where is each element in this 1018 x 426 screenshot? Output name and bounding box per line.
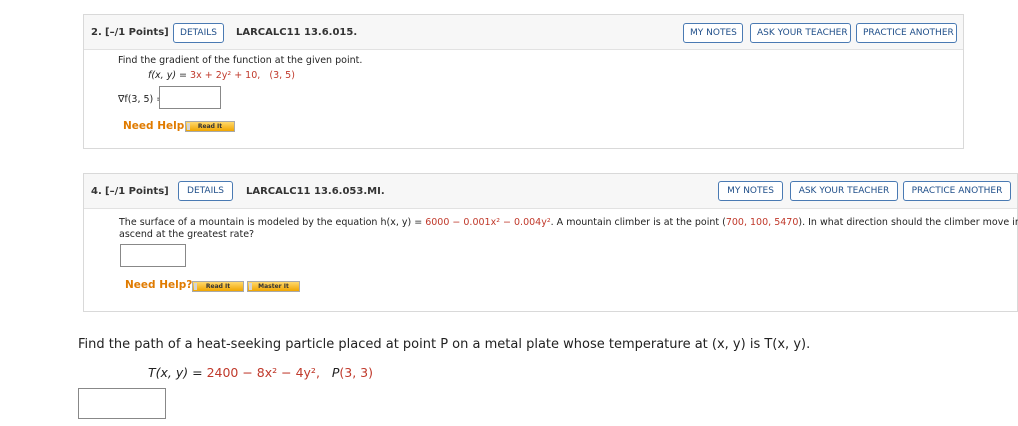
direction-answer-input[interactable] [120,244,186,267]
temperature-equation: T(x, y) = 2400 − 8x² − 4y², P(3, 3) [148,365,373,380]
question-code: LARCALC11 13.6.053.MI. [246,186,385,197]
question-prompt: The surface of a mountain is modeled by … [119,217,1018,229]
details-button[interactable]: DETAILS [173,23,224,43]
point-value: (3, 3) [339,365,373,380]
prompt-part3: ). In what direction should the climber … [798,217,1018,228]
question-prompt-line2: ascend at the greatest rate? [119,229,255,240]
path-answer-input[interactable] [78,388,166,419]
question-number: 2. [91,27,102,38]
my-notes-button[interactable]: MY NOTES [683,23,743,43]
temperature-lhs: T(x, y) = [148,365,207,380]
need-help-label: Need Help? [123,120,191,132]
question-2-card: 2. [–/1 Points] DETAILS LARCALC11 13.6.0… [83,14,964,149]
given-point: (3, 5) [269,70,295,81]
gradient-label: ∇f(3, 5) = [118,94,165,105]
master-it-button[interactable]: Master It [247,281,300,292]
points-label: [–/1 Points] [105,186,169,197]
my-notes-button[interactable]: MY NOTES [718,181,783,201]
practice-another-button[interactable]: PRACTICE ANOTHER [856,23,957,43]
details-button[interactable]: DETAILS [178,181,233,201]
read-it-button[interactable]: Read It [185,121,235,132]
ask-your-teacher-button[interactable]: ASK YOUR TEACHER [750,23,851,43]
prompt-part1: The surface of a mountain is modeled by … [119,217,426,228]
question-4-card: 4. [–/1 Points] DETAILS LARCALC11 13.6.0… [83,173,1018,312]
practice-another-button[interactable]: PRACTICE ANOTHER [903,181,1011,201]
temperature-rhs: 2400 − 8x² − 4y², [206,365,320,380]
climber-point: 700, 100, 5470 [725,217,799,228]
question-prompt: Find the gradient of the function at the… [118,55,363,66]
read-it-button[interactable]: Read It [192,281,244,292]
prompt-part2: . A mountain climber is at the point ( [550,217,726,228]
function-rhs: 3x + 2y² + 10, [190,70,261,81]
mountain-equation: 6000 − 0.001x² − 0.004y² [425,217,551,228]
question-number: 4. [91,186,102,197]
question-code: LARCALC11 13.6.015. [236,27,358,38]
ask-your-teacher-button[interactable]: ASK YOUR TEACHER [790,181,898,201]
need-help-label: Need Help? [125,279,193,291]
function-expression: f(x, y) = 3x + 2y² + 10, (3, 5) [148,70,295,82]
gradient-answer-input[interactable] [159,86,221,109]
points-label: [–/1 Points] [105,27,169,38]
heat-path-prompt: Find the path of a heat-seeking particle… [78,337,811,352]
function-lhs: f(x, y) = [148,70,191,81]
